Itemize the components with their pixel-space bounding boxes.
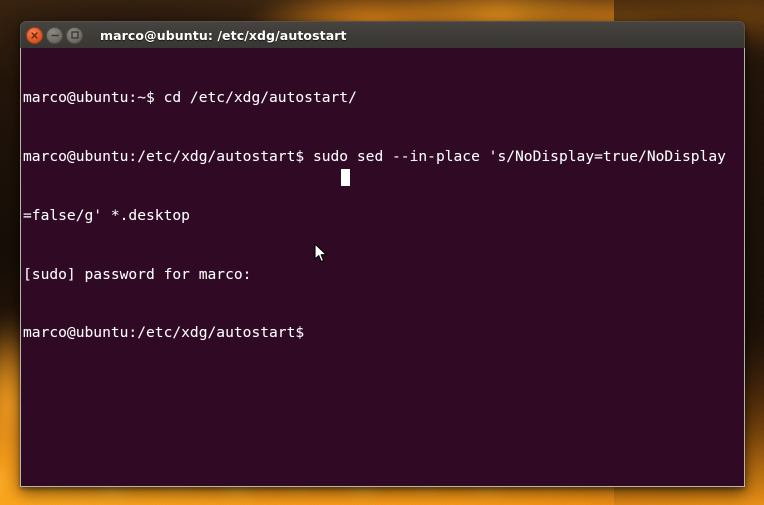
minimize-button[interactable]: [46, 26, 63, 44]
window-title: marco@ubuntu: /etc/xdg/autostart: [100, 27, 347, 43]
terminal-output: marco@ubuntu:~$ cd /etc/xdg/autostart/ m…: [23, 49, 726, 382]
close-icon: [31, 31, 38, 39]
minimize-icon: [50, 34, 59, 36]
close-button[interactable]: [26, 26, 43, 44]
window-titlebar[interactable]: marco@ubuntu: /etc/xdg/autostart: [20, 21, 745, 48]
terminal-line: marco@ubuntu:/etc/xdg/autostart$ sudo se…: [23, 147, 726, 165]
terminal-window[interactable]: marco@ubuntu: /etc/xdg/autostart marco@u…: [20, 21, 745, 487]
terminal-line: [sudo] password for marco:: [23, 265, 252, 283]
terminal-body[interactable]: marco@ubuntu:~$ cd /etc/xdg/autostart/ m…: [20, 48, 745, 487]
maximize-button[interactable]: [66, 26, 83, 44]
terminal-line: marco@ubuntu:~$ cd /etc/xdg/autostart/: [23, 89, 357, 107]
maximize-icon: [70, 31, 79, 39]
terminal-line: marco@ubuntu:/etc/xdg/autostart$: [23, 324, 313, 342]
screen: marco@ubuntu: /etc/xdg/autostart marco@u…: [0, 0, 764, 505]
terminal-line: =false/g' *.desktop: [23, 206, 190, 224]
terminal-cursor: [341, 169, 350, 186]
